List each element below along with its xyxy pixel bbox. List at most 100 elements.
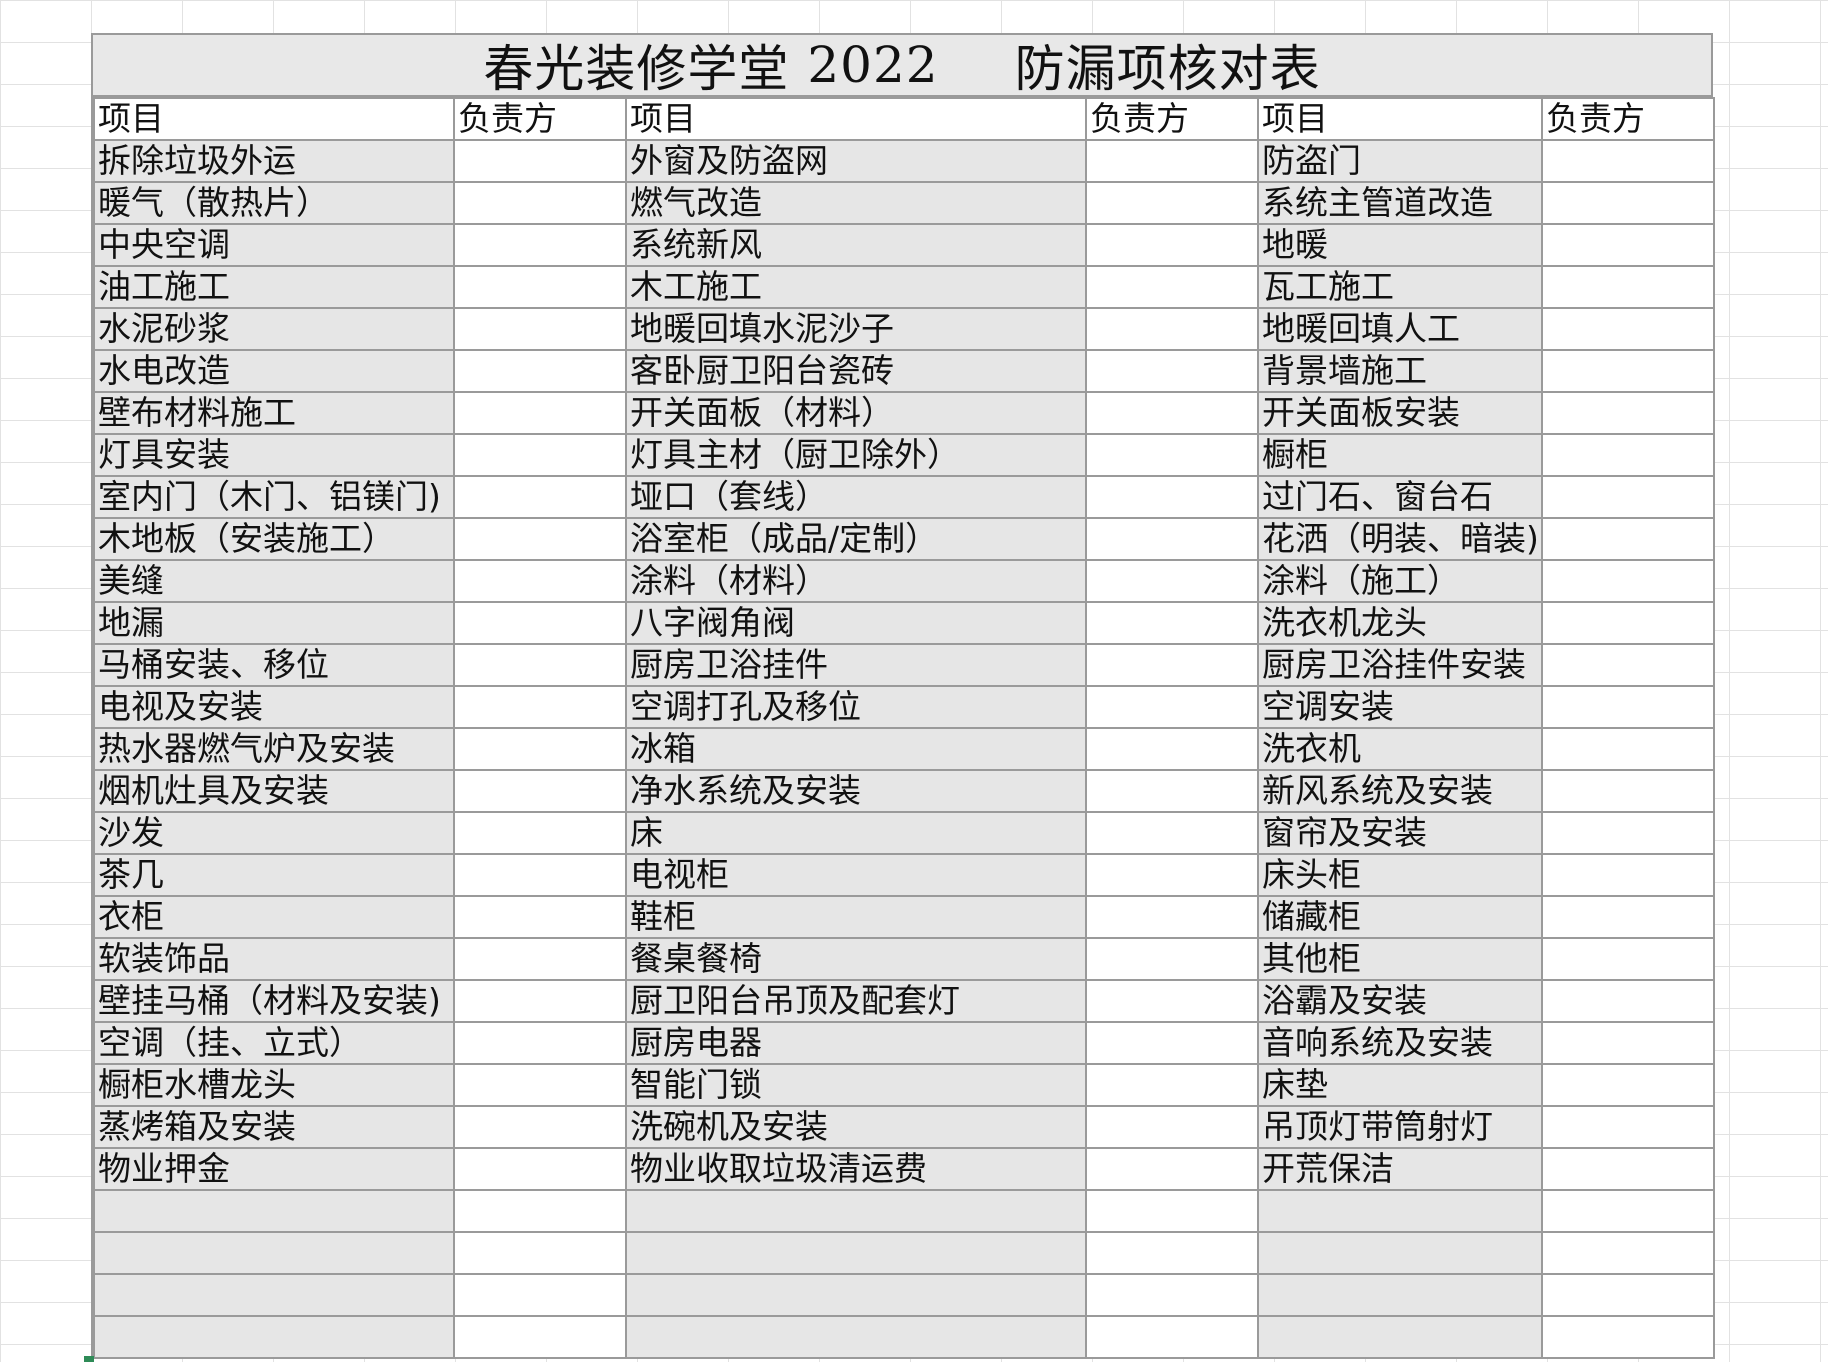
owner-cell[interactable]: [453, 727, 627, 771]
item-cell[interactable]: 物业押金: [93, 1147, 455, 1191]
header-owner-3[interactable]: 负责方: [1541, 97, 1715, 141]
item-cell[interactable]: [1257, 1273, 1543, 1317]
owner-cell[interactable]: [1541, 181, 1715, 225]
item-cell[interactable]: 衣柜: [93, 895, 455, 939]
item-cell[interactable]: 木地板（安装施工）: [93, 517, 455, 561]
owner-cell[interactable]: [1085, 1021, 1259, 1065]
owner-cell[interactable]: [453, 769, 627, 813]
item-cell[interactable]: 窗帘及安装: [1257, 811, 1543, 855]
item-cell[interactable]: 厨房卫浴挂件安装: [1257, 643, 1543, 687]
owner-cell[interactable]: [453, 475, 627, 519]
item-cell[interactable]: 涂料（施工）: [1257, 559, 1543, 603]
item-cell[interactable]: 新风系统及安装: [1257, 769, 1543, 813]
header-item-1[interactable]: 项目: [93, 97, 455, 141]
item-cell[interactable]: 厨房卫浴挂件: [625, 643, 1087, 687]
item-cell[interactable]: 垭口（套线）: [625, 475, 1087, 519]
item-cell[interactable]: 厨房电器: [625, 1021, 1087, 1065]
owner-cell[interactable]: [1085, 559, 1259, 603]
owner-cell[interactable]: [1085, 1273, 1259, 1317]
item-cell[interactable]: 涂料（材料）: [625, 559, 1087, 603]
item-cell[interactable]: 灯具主材（厨卫除外）: [625, 433, 1087, 477]
item-cell[interactable]: 床垫: [1257, 1063, 1543, 1107]
owner-cell[interactable]: [1541, 433, 1715, 477]
item-cell[interactable]: 水电改造: [93, 349, 455, 393]
owner-cell[interactable]: [1085, 265, 1259, 309]
owner-cell[interactable]: [1085, 1147, 1259, 1191]
owner-cell[interactable]: [453, 349, 627, 393]
item-cell[interactable]: 油工施工: [93, 265, 455, 309]
owner-cell[interactable]: [453, 811, 627, 855]
owner-cell[interactable]: [1541, 811, 1715, 855]
header-owner-1[interactable]: 负责方: [453, 97, 627, 141]
owner-cell[interactable]: [1541, 937, 1715, 981]
item-cell[interactable]: 音响系统及安装: [1257, 1021, 1543, 1065]
owner-cell[interactable]: [1085, 1063, 1259, 1107]
item-cell[interactable]: 暖气（散热片）: [93, 181, 455, 225]
header-item-2[interactable]: 项目: [625, 97, 1087, 141]
owner-cell[interactable]: [1541, 1231, 1715, 1275]
item-cell[interactable]: 橱柜: [1257, 433, 1543, 477]
item-cell[interactable]: 瓦工施工: [1257, 265, 1543, 309]
item-cell[interactable]: 空调安装: [1257, 685, 1543, 729]
item-cell[interactable]: 过门石、窗台石: [1257, 475, 1543, 519]
owner-cell[interactable]: [1541, 1147, 1715, 1191]
owner-cell[interactable]: [1085, 853, 1259, 897]
item-cell[interactable]: 厨卫阳台吊顶及配套灯: [625, 979, 1087, 1023]
owner-cell[interactable]: [1541, 265, 1715, 309]
owner-cell[interactable]: [1541, 139, 1715, 183]
item-cell[interactable]: [93, 1273, 455, 1317]
item-cell[interactable]: [625, 1231, 1087, 1275]
owner-cell[interactable]: [453, 559, 627, 603]
item-cell[interactable]: 燃气改造: [625, 181, 1087, 225]
owner-cell[interactable]: [453, 517, 627, 561]
owner-cell[interactable]: [1085, 1189, 1259, 1233]
item-cell[interactable]: 茶几: [93, 853, 455, 897]
owner-cell[interactable]: [453, 307, 627, 351]
owner-cell[interactable]: [1085, 643, 1259, 687]
item-cell[interactable]: 空调（挂、立式）: [93, 1021, 455, 1065]
owner-cell[interactable]: [1085, 349, 1259, 393]
owner-cell[interactable]: [1085, 391, 1259, 435]
header-owner-2[interactable]: 负责方: [1085, 97, 1259, 141]
item-cell[interactable]: [93, 1315, 455, 1359]
owner-cell[interactable]: [1541, 1063, 1715, 1107]
owner-cell[interactable]: [1085, 811, 1259, 855]
owner-cell[interactable]: [1541, 391, 1715, 435]
owner-cell[interactable]: [453, 601, 627, 645]
owner-cell[interactable]: [1085, 1315, 1259, 1359]
item-cell[interactable]: 地暖: [1257, 223, 1543, 267]
item-cell[interactable]: [93, 1231, 455, 1275]
item-cell[interactable]: 吊顶灯带筒射灯: [1257, 1105, 1543, 1149]
item-cell[interactable]: 客卧厨卫阳台瓷砖: [625, 349, 1087, 393]
item-cell[interactable]: 浴霸及安装: [1257, 979, 1543, 1023]
item-cell[interactable]: [625, 1189, 1087, 1233]
owner-cell[interactable]: [1541, 685, 1715, 729]
owner-cell[interactable]: [1541, 1189, 1715, 1233]
owner-cell[interactable]: [453, 1231, 627, 1275]
item-cell[interactable]: 防盗门: [1257, 139, 1543, 183]
item-cell[interactable]: 净水系统及安装: [625, 769, 1087, 813]
owner-cell[interactable]: [1541, 1105, 1715, 1149]
item-cell[interactable]: 系统新风: [625, 223, 1087, 267]
item-cell[interactable]: 智能门锁: [625, 1063, 1087, 1107]
sheet-title[interactable]: 春光装修学堂 2022 防漏项核对表: [93, 35, 1713, 98]
owner-cell[interactable]: [453, 895, 627, 939]
item-cell[interactable]: 开关面板（材料）: [625, 391, 1087, 435]
owner-cell[interactable]: [1541, 517, 1715, 561]
item-cell[interactable]: 背景墙施工: [1257, 349, 1543, 393]
owner-cell[interactable]: [1085, 727, 1259, 771]
owner-cell[interactable]: [1085, 181, 1259, 225]
item-cell[interactable]: 储藏柜: [1257, 895, 1543, 939]
owner-cell[interactable]: [1541, 307, 1715, 351]
owner-cell[interactable]: [453, 433, 627, 477]
item-cell[interactable]: [1257, 1189, 1543, 1233]
owner-cell[interactable]: [1541, 475, 1715, 519]
item-cell[interactable]: 餐桌餐椅: [625, 937, 1087, 981]
owner-cell[interactable]: [453, 1021, 627, 1065]
item-cell[interactable]: 拆除垃圾外运: [93, 139, 455, 183]
item-cell[interactable]: 洗碗机及安装: [625, 1105, 1087, 1149]
owner-cell[interactable]: [453, 1063, 627, 1107]
item-cell[interactable]: 外窗及防盗网: [625, 139, 1087, 183]
item-cell[interactable]: 洗衣机: [1257, 727, 1543, 771]
owner-cell[interactable]: [1541, 1315, 1715, 1359]
